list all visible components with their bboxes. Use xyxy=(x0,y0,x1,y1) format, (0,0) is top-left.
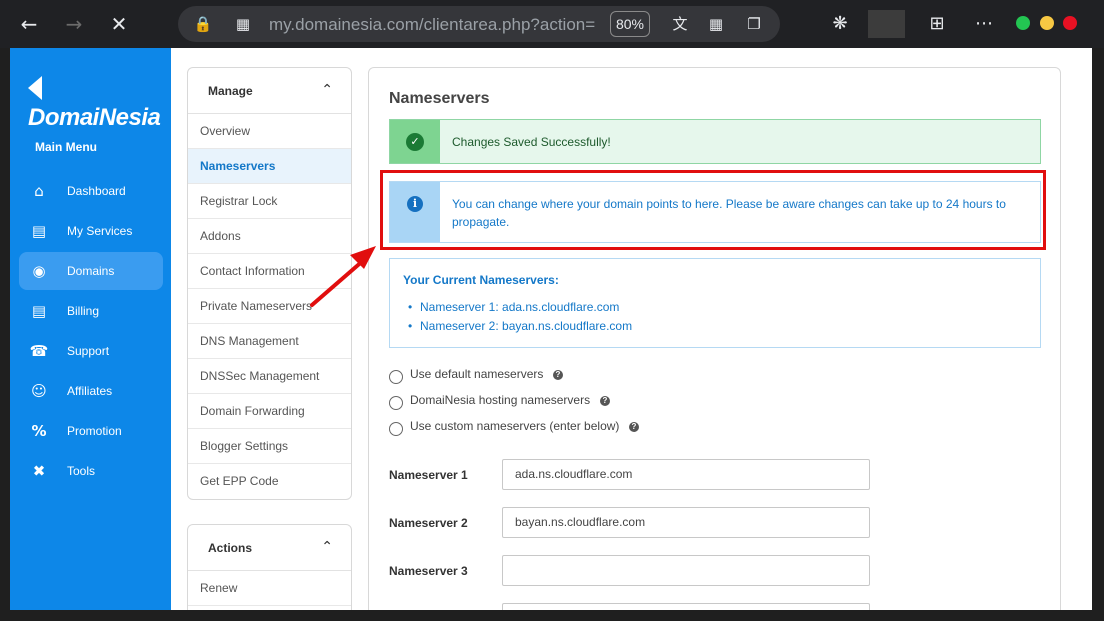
percent-icon: % xyxy=(31,422,47,440)
nameserver-1-label: Nameserver 1 xyxy=(389,468,468,482)
manage-item-blogger-settings[interactable]: Blogger Settings xyxy=(188,429,351,464)
page-viewport: DomaiNesia Main Menu ⌂ Dashboard ▤ My Se… xyxy=(10,48,1092,610)
minimize-icon[interactable] xyxy=(1016,16,1030,30)
sidebar-item-my-services[interactable]: ▤ My Services xyxy=(19,212,163,250)
close-icon[interactable] xyxy=(1063,16,1077,30)
sidebar-item-billing[interactable]: ▤ Billing xyxy=(19,292,163,330)
sidebar-item-label: Promotion xyxy=(67,424,122,438)
manage-panel: Manage ⌃ Overview Nameservers Registrar … xyxy=(187,67,352,500)
manage-item-dnssec-management[interactable]: DNSSec Management xyxy=(188,359,351,394)
sidebar-item-label: Domains xyxy=(67,264,115,278)
zoom-indicator[interactable]: 80% xyxy=(610,11,650,37)
manage-item-dns-management[interactable]: DNS Management xyxy=(188,324,351,359)
back-icon[interactable]: ← xyxy=(15,10,43,38)
sidebar-item-dashboard[interactable]: ⌂ Dashboard xyxy=(19,172,163,210)
annotation-highlight-box xyxy=(380,170,1046,250)
browser-toolbar: ← → ✕ 🔒 ▦ my.domainesia.com/clientarea.p… xyxy=(0,0,1104,48)
sidebar-item-affiliates[interactable]: ☺ Affiliates xyxy=(19,372,163,410)
actions-item-renew[interactable]: Renew xyxy=(188,571,351,606)
url-text[interactable]: my.domainesia.com/clientarea.php?action= xyxy=(269,15,599,35)
profile-avatar[interactable] xyxy=(868,10,905,38)
chevron-up-icon[interactable]: ⌃ xyxy=(321,82,333,98)
sidebar-item-label: Support xyxy=(67,344,110,358)
main-sidebar: DomaiNesia Main Menu ⌂ Dashboard ▤ My Se… xyxy=(10,48,171,610)
current-nameserver-item: Nameserver 2: bayan.ns.cloudflare.com xyxy=(408,319,632,333)
success-alert: ✓ Changes Saved Successfully! xyxy=(389,119,1041,164)
headset-icon: ☎ xyxy=(29,342,49,360)
radio-label-custom[interactable]: Use custom nameservers (enter below) xyxy=(410,419,619,433)
radio-label-hosting[interactable]: DomaiNesia hosting nameservers xyxy=(410,393,590,407)
check-icon: ✓ xyxy=(406,133,424,151)
actions-panel-title: Actions xyxy=(208,541,253,555)
manage-item-nameservers[interactable]: Nameservers xyxy=(188,149,351,184)
manage-item-domain-forwarding[interactable]: Domain Forwarding xyxy=(188,394,351,429)
nameserver-3-input[interactable] xyxy=(502,555,870,586)
sidebar-item-tools[interactable]: ✖ Tools xyxy=(19,452,163,490)
actions-panel-header[interactable]: Actions ⌃ xyxy=(188,525,351,571)
domainesia-logo[interactable]: DomaiNesia xyxy=(28,76,171,132)
manage-item-contact-information[interactable]: Contact Information xyxy=(188,254,351,289)
forward-icon[interactable]: → xyxy=(60,10,88,38)
maximize-icon[interactable] xyxy=(1040,16,1054,30)
sidebar-item-label: My Services xyxy=(67,224,133,238)
home-icon: ⌂ xyxy=(34,182,44,200)
sidebar-item-label: Affiliates xyxy=(67,384,113,398)
tools-icon: ✖ xyxy=(32,462,46,480)
manage-item-addons[interactable]: Addons xyxy=(188,219,351,254)
current-nameservers-heading: Your Current Nameservers: xyxy=(403,273,559,287)
nameserver-3-label: Nameserver 3 xyxy=(389,564,468,578)
apps-grid-icon[interactable]: ▦ xyxy=(706,14,726,34)
help-icon[interactable]: ? xyxy=(600,396,610,406)
manage-item-get-epp-code[interactable]: Get EPP Code xyxy=(188,464,351,499)
main-menu-heading: Main Menu xyxy=(35,140,97,154)
lock-icon[interactable]: 🔒 xyxy=(193,14,213,34)
actions-panel: Actions ⌃ Renew xyxy=(187,524,352,610)
logo-mark-icon xyxy=(28,76,42,100)
current-nameserver-item: Nameserver 1: ada.ns.cloudflare.com xyxy=(408,300,619,314)
receipt-icon: ▤ xyxy=(31,302,47,320)
manage-item-private-nameservers[interactable]: Private Nameservers xyxy=(188,289,351,324)
nameserver-2-label: Nameserver 2 xyxy=(389,516,468,530)
extensions-icon[interactable]: ❋ xyxy=(828,12,852,36)
radio-hosting-nameservers[interactable] xyxy=(389,396,403,410)
more-menu-icon[interactable]: ⋯ xyxy=(972,12,996,36)
nameservers-content: Nameservers ✓ Changes Saved Successfully… xyxy=(368,67,1061,610)
logo-text: DomaiNesia xyxy=(28,104,161,131)
help-icon[interactable]: ? xyxy=(553,370,563,380)
globe-icon: ◉ xyxy=(32,262,46,280)
sidebar-item-label: Tools xyxy=(67,464,96,478)
nameserver-4-input[interactable] xyxy=(502,603,870,610)
page-title: Nameservers xyxy=(389,90,490,107)
manage-item-overview[interactable]: Overview xyxy=(188,114,351,149)
sidebar-item-label: Dashboard xyxy=(67,184,126,198)
manage-item-registrar-lock[interactable]: Registrar Lock xyxy=(188,184,351,219)
site-info-icon[interactable]: ▦ xyxy=(233,14,253,34)
add-widget-icon[interactable]: ⊞ xyxy=(925,12,949,36)
help-icon[interactable]: ? xyxy=(629,422,639,432)
nameserver-1-input[interactable]: ada.ns.cloudflare.com xyxy=(502,459,870,490)
sidebar-item-domains[interactable]: ◉ Domains xyxy=(19,252,163,290)
stop-loading-icon[interactable]: ✕ xyxy=(105,10,133,38)
success-message: Changes Saved Successfully! xyxy=(452,135,611,149)
success-icon-box: ✓ xyxy=(390,120,440,163)
users-icon: ☺ xyxy=(31,382,47,400)
sidebar-item-promotion[interactable]: % Promotion xyxy=(19,412,163,450)
nameserver-2-input[interactable]: bayan.ns.cloudflare.com xyxy=(502,507,870,538)
sidebar-item-label: Billing xyxy=(67,304,100,318)
radio-default-nameservers[interactable] xyxy=(389,370,403,384)
manage-panel-title: Manage xyxy=(208,84,253,98)
sidebar-item-support[interactable]: ☎ Support xyxy=(19,332,163,370)
radio-label-default[interactable]: Use default nameservers xyxy=(410,367,543,381)
translate-icon[interactable]: 文 xyxy=(670,14,690,34)
reading-list-icon[interactable]: ❐ xyxy=(744,14,764,34)
radio-custom-nameservers[interactable] xyxy=(389,422,403,436)
current-nameservers-box: Your Current Nameservers: Nameserver 1: … xyxy=(389,258,1041,348)
chevron-up-icon[interactable]: ⌃ xyxy=(321,539,333,555)
manage-panel-header[interactable]: Manage ⌃ xyxy=(188,68,351,114)
server-icon: ▤ xyxy=(31,222,47,240)
address-bar[interactable]: 🔒 ▦ my.domainesia.com/clientarea.php?act… xyxy=(178,6,780,42)
